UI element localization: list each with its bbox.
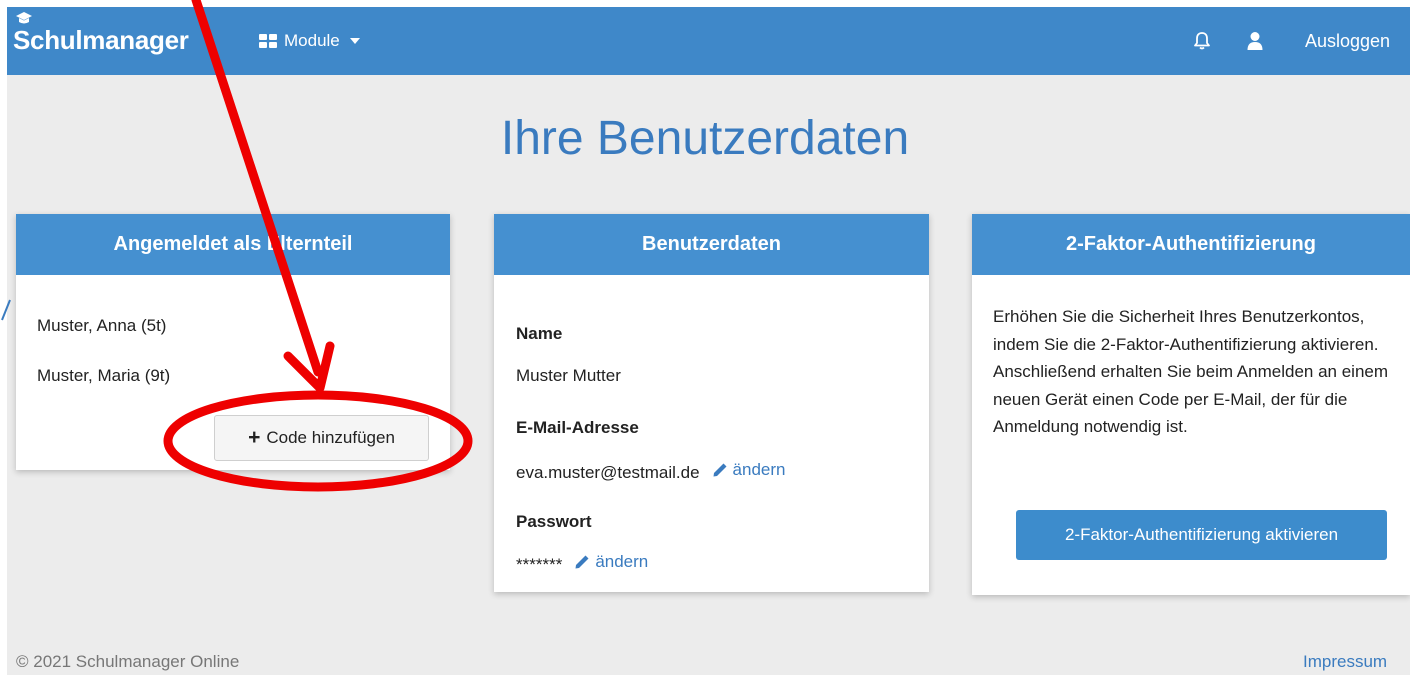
brand-logo[interactable]: Schulmanager	[13, 12, 189, 56]
user-data-card: Benutzerdaten Name Muster Mutter E-Mail-…	[494, 214, 929, 592]
user-icon	[1247, 32, 1263, 50]
notifications-button[interactable]	[1193, 31, 1211, 56]
email-label: E-Mail-Adresse	[516, 418, 639, 437]
add-code-button[interactable]: + Code hinzufügen	[214, 415, 429, 461]
email-edit-label: ändern	[732, 460, 786, 479]
password-row: ******* ändern	[516, 552, 648, 575]
activate-two-factor-button[interactable]: 2-Faktor-Authentifizierung aktivieren	[1016, 510, 1387, 560]
user-profile-button[interactable]	[1247, 31, 1263, 56]
page-background: Schulmanager Module Ausloggen Ihre Benut…	[7, 7, 1410, 675]
child-entry-2: Muster, Maria (9t)	[37, 366, 171, 385]
two-factor-description: Erhöhen Sie die Sicherheit Ihres Benutze…	[993, 307, 1389, 436]
password-value: *******	[516, 555, 563, 574]
pencil-icon	[575, 555, 589, 569]
plus-icon: +	[248, 425, 261, 449]
password-edit-link[interactable]: ändern	[574, 552, 648, 572]
password-edit-label: ändern	[595, 552, 649, 571]
graduation-cap-icon	[16, 12, 32, 24]
imprint-link[interactable]: Impressum	[1303, 652, 1387, 672]
password-label: Passwort	[516, 512, 592, 531]
page-title: Ihre Benutzerdaten	[500, 112, 910, 165]
logout-link[interactable]: Ausloggen	[1305, 31, 1390, 52]
two-factor-card-header: 2-Faktor-Authentifizierung	[972, 214, 1410, 275]
pencil-icon	[713, 463, 727, 477]
name-value: Muster Mutter	[516, 366, 621, 385]
footer-copyright: © 2021 Schulmanager Online	[16, 652, 240, 671]
navbar: Schulmanager Module Ausloggen	[7, 7, 1410, 75]
bell-icon	[1194, 32, 1210, 50]
child-entry-1: Muster, Anna (5t)	[37, 316, 167, 335]
two-factor-card: 2-Faktor-Authentifizierung Erhöhen Sie d…	[972, 214, 1410, 595]
email-value: eva.muster@testmail.de	[516, 463, 700, 482]
grid-icon	[259, 34, 277, 48]
modules-label: Module	[284, 31, 340, 50]
add-code-label: Code hinzufügen	[266, 428, 395, 447]
email-row: eva.muster@testmail.de ändern	[516, 460, 785, 483]
parent-card: Angemeldet als Elternteil Muster, Anna (…	[16, 214, 450, 470]
modules-dropdown[interactable]: Module	[259, 31, 360, 51]
parent-card-header: Angemeldet als Elternteil	[16, 214, 450, 275]
chevron-down-icon	[349, 38, 360, 44]
user-data-card-header: Benutzerdaten	[494, 214, 929, 275]
name-label: Name	[516, 324, 563, 343]
brand-name: Schulmanager	[13, 25, 189, 55]
email-edit-link[interactable]: ändern	[712, 460, 786, 480]
